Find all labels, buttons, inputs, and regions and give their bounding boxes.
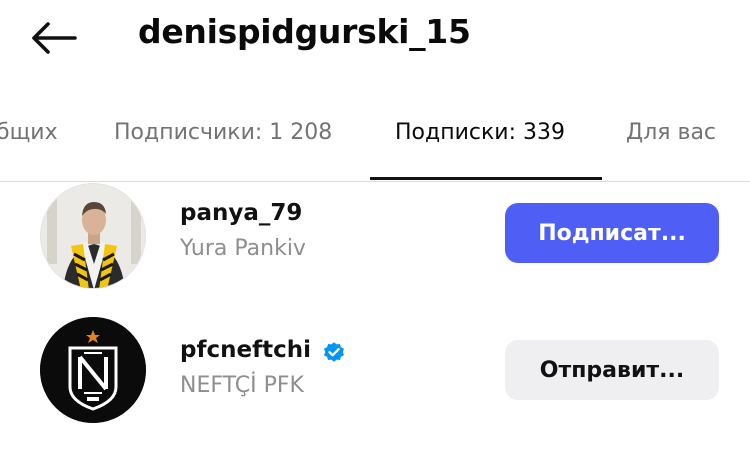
tab-for-you[interactable]: Для вас bbox=[626, 120, 716, 145]
verified-badge-icon bbox=[324, 342, 344, 362]
person-photo-avatar bbox=[41, 184, 145, 288]
avatar[interactable] bbox=[40, 317, 146, 423]
account-username[interactable]: panya_79 bbox=[180, 200, 302, 226]
arrow-left-icon bbox=[32, 22, 77, 54]
tab-bar: бщих Подписчики: 1 208 Подписки: 339 Для… bbox=[0, 100, 750, 182]
account-full-name: Yura Pankiv bbox=[180, 236, 306, 261]
avatar[interactable] bbox=[40, 183, 146, 289]
back-button[interactable] bbox=[28, 18, 80, 58]
list-item[interactable]: panya_79 Yura Pankiv Подписат... bbox=[0, 175, 750, 295]
list-item[interactable]: pfcneftchi NEFTÇİ PFK Отправит... bbox=[0, 300, 750, 423]
follow-button[interactable]: Подписат... bbox=[505, 203, 719, 263]
message-button[interactable]: Отправит... bbox=[505, 340, 719, 400]
profile-username-title: denispidgurski_15 bbox=[138, 12, 471, 51]
account-full-name: NEFTÇİ PFK bbox=[180, 373, 304, 398]
tab-mutual[interactable]: бщих bbox=[0, 120, 58, 145]
tab-following[interactable]: Подписки: 339 bbox=[395, 120, 565, 145]
account-username[interactable]: pfcneftchi bbox=[180, 337, 311, 363]
neftchi-club-logo bbox=[40, 317, 146, 423]
tab-followers[interactable]: Подписчики: 1 208 bbox=[114, 120, 332, 145]
